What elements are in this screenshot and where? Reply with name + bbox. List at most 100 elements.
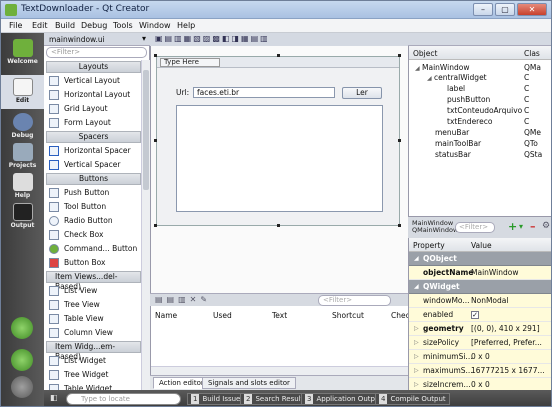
- file-dropdown-icon[interactable]: ▾: [142, 34, 146, 43]
- property-value[interactable]: [Preferred, Prefer...: [471, 336, 551, 350]
- menu-help[interactable]: Help: [177, 21, 195, 30]
- category-layouts[interactable]: Layouts: [46, 61, 141, 73]
- widget-vertical-spacer[interactable]: Vertical Spacer: [44, 158, 141, 172]
- object-row[interactable]: txtConteudoArquivo: [447, 106, 522, 116]
- url-input[interactable]: faces.eti.br: [193, 87, 335, 98]
- widget-command-link-button[interactable]: Command... Button: [44, 242, 141, 256]
- enabled-checkbox[interactable]: ✓: [471, 311, 479, 319]
- menu-build[interactable]: Build: [55, 21, 75, 30]
- object-row[interactable]: ◢ MainWindow: [415, 63, 470, 73]
- locator-input[interactable]: Type to locate: [66, 393, 181, 405]
- selection-handle[interactable]: [398, 54, 401, 57]
- property-value[interactable]: MainWindow: [471, 266, 551, 280]
- widget-tree-widget[interactable]: Tree Widget: [44, 368, 141, 382]
- type-here-menu[interactable]: Type Here: [160, 58, 220, 67]
- category-item-widgets[interactable]: Item Widg...em-Based): [46, 341, 141, 361]
- property-value[interactable]: 0 x 0: [471, 350, 551, 364]
- property-value[interactable]: 16777215 x 1677...: [471, 364, 551, 378]
- build-all-hammer-icon[interactable]: [11, 376, 33, 398]
- widget-radio-button[interactable]: Radio Button: [44, 214, 141, 228]
- property-group-qobject[interactable]: ◢ QObject: [409, 252, 551, 266]
- property-row[interactable]: ▷ sizePolicy [Preferred, Prefer...: [409, 336, 551, 350]
- layout-tool-icons[interactable]: ▣▤▥▦▧▨▩◧◨▦▤▥: [155, 34, 270, 43]
- widget-list-view[interactable]: List View: [44, 284, 141, 298]
- selection-handle[interactable]: [154, 224, 157, 227]
- close-button[interactable]: ✕: [517, 3, 547, 16]
- col-text[interactable]: Text: [272, 311, 287, 320]
- col-checkable[interactable]: Chec: [391, 311, 410, 320]
- action-filter-input[interactable]: <Filter>: [318, 295, 391, 306]
- mode-welcome[interactable]: Welcome: [1, 39, 44, 65]
- category-item-views[interactable]: Item Views...del-Based): [46, 271, 141, 291]
- collapse-arrow-icon[interactable]: ◢: [414, 280, 419, 294]
- object-row[interactable]: label: [447, 84, 465, 94]
- property-value[interactable]: ✓: [471, 308, 551, 322]
- property-row[interactable]: ▷ minimumSi... 0 x 0: [409, 350, 551, 364]
- col-name[interactable]: Name: [155, 311, 177, 320]
- object-row[interactable]: txtEndereco: [447, 117, 492, 127]
- col-class[interactable]: Clas: [524, 49, 540, 58]
- selection-handle[interactable]: [154, 54, 157, 57]
- maximize-button[interactable]: ▢: [495, 3, 515, 16]
- col-property[interactable]: Property: [413, 241, 445, 250]
- widget-form-layout[interactable]: Form Layout: [44, 116, 141, 130]
- property-value[interactable]: [(0, 0), 410 x 291]: [471, 322, 551, 336]
- col-value[interactable]: Value: [471, 241, 492, 250]
- collapse-arrow-icon[interactable]: ◢: [414, 252, 419, 266]
- main-window-form[interactable]: Type Here Url: faces.eti.br Ler: [156, 56, 400, 226]
- menu-tools[interactable]: Tools: [113, 21, 133, 30]
- object-row[interactable]: pushButton: [447, 95, 490, 105]
- toggle-sidebar-icon[interactable]: ◧: [50, 393, 58, 402]
- property-value[interactable]: NonModal: [471, 294, 551, 308]
- mode-projects[interactable]: Projects: [1, 143, 44, 169]
- property-row[interactable]: ▷ geometry [(0, 0), 410 x 291]: [409, 322, 551, 336]
- expand-arrow-icon[interactable]: ▷: [414, 350, 419, 364]
- collapse-arrow-icon[interactable]: ◢: [427, 75, 432, 82]
- property-filter-input[interactable]: <Filter>: [455, 222, 495, 233]
- property-row[interactable]: ▷ maximumS... 16777215 x 1677...: [409, 364, 551, 378]
- scrollbar-thumb[interactable]: [143, 70, 149, 190]
- mode-help[interactable]: Help: [1, 173, 44, 199]
- category-spacers[interactable]: Spacers: [46, 131, 141, 143]
- menu-edit[interactable]: Edit: [32, 21, 48, 30]
- mode-output[interactable]: Output: [1, 203, 44, 229]
- open-file-combo[interactable]: mainwindow.ui: [49, 35, 105, 44]
- widget-check-box[interactable]: Check Box: [44, 228, 141, 242]
- content-text-area[interactable]: [176, 105, 383, 212]
- property-row[interactable]: objectName MainWindow: [409, 266, 551, 280]
- widget-horizontal-spacer[interactable]: Horizontal Spacer: [44, 144, 141, 158]
- property-row[interactable]: windowMo... NonModal: [409, 294, 551, 308]
- mode-edit[interactable]: Edit: [1, 75, 44, 109]
- configure-wrench-icon[interactable]: ⚙: [542, 221, 550, 232]
- selection-handle[interactable]: [398, 224, 401, 227]
- property-row[interactable]: enabled ✓: [409, 308, 551, 322]
- menu-window[interactable]: Window: [139, 21, 171, 30]
- add-property-icon[interactable]: +: [508, 221, 517, 232]
- widget-tree-view[interactable]: Tree View: [44, 298, 141, 312]
- output-pane-application-output[interactable]: 3 Application Output: [301, 393, 387, 405]
- category-buttons[interactable]: Buttons: [46, 173, 141, 185]
- widget-table-view[interactable]: Table View: [44, 312, 141, 326]
- object-row[interactable]: ◢ centralWidget: [427, 73, 487, 83]
- remove-property-icon[interactable]: –: [530, 221, 536, 232]
- col-object[interactable]: Object: [413, 49, 437, 58]
- widget-horizontal-layout[interactable]: Horizontal Layout: [44, 88, 141, 102]
- add-property-dropdown-icon[interactable]: ▾: [519, 221, 523, 232]
- menu-file[interactable]: File: [9, 21, 22, 30]
- expand-arrow-icon[interactable]: ▷: [414, 364, 419, 378]
- widget-list-widget[interactable]: List Widget: [44, 354, 141, 368]
- action-tool-icons[interactable]: ▤▤▥✕✎: [155, 295, 211, 304]
- action-horizontal-scrollbar[interactable]: [151, 366, 409, 375]
- widget-vertical-layout[interactable]: Vertical Layout: [44, 74, 141, 88]
- tab-signals-slots-editor[interactable]: Signals and slots editor: [202, 377, 296, 389]
- selection-handle[interactable]: [154, 139, 157, 142]
- output-pane-compile-output[interactable]: 4 Compile Output: [375, 393, 450, 405]
- url-label[interactable]: Url:: [176, 88, 189, 97]
- output-pane-build-issues[interactable]: 1 Build Issues: [187, 393, 249, 405]
- start-debugging-button[interactable]: [11, 349, 33, 371]
- property-group-qwidget[interactable]: ◢ QWidget: [409, 280, 551, 294]
- widget-grid-layout[interactable]: Grid Layout: [44, 102, 141, 116]
- run-button[interactable]: [11, 317, 33, 339]
- object-row[interactable]: statusBar: [435, 150, 471, 160]
- widget-button-box[interactable]: Button Box: [44, 256, 141, 270]
